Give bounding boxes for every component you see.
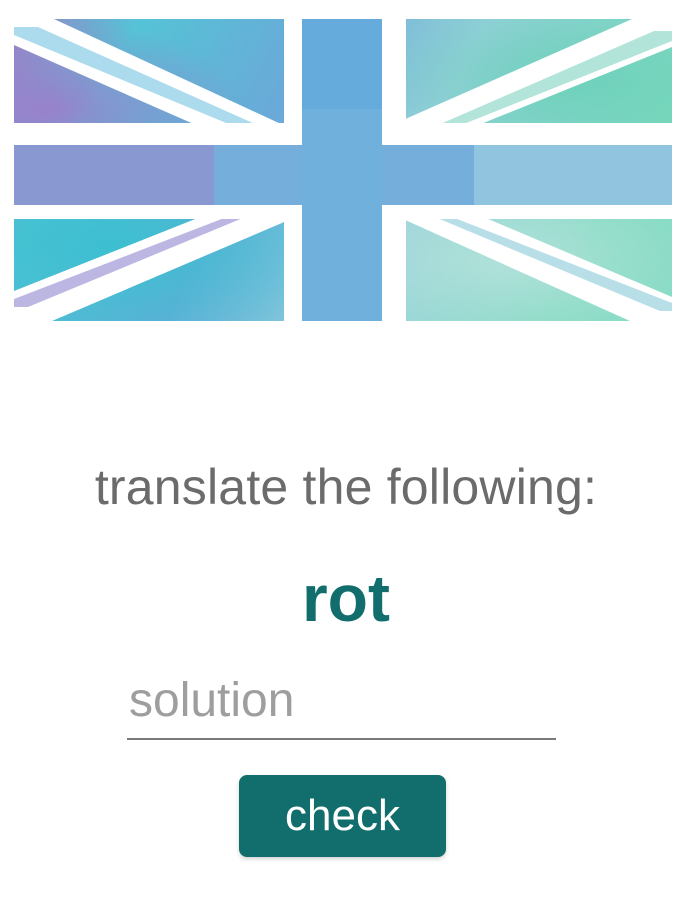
instruction-text: translate the following: [94, 459, 598, 515]
solution-input[interactable] [127, 668, 556, 740]
union-jack-flag-icon [14, 19, 672, 321]
check-button[interactable]: check [239, 775, 446, 857]
word-to-translate: rot [302, 561, 390, 635]
